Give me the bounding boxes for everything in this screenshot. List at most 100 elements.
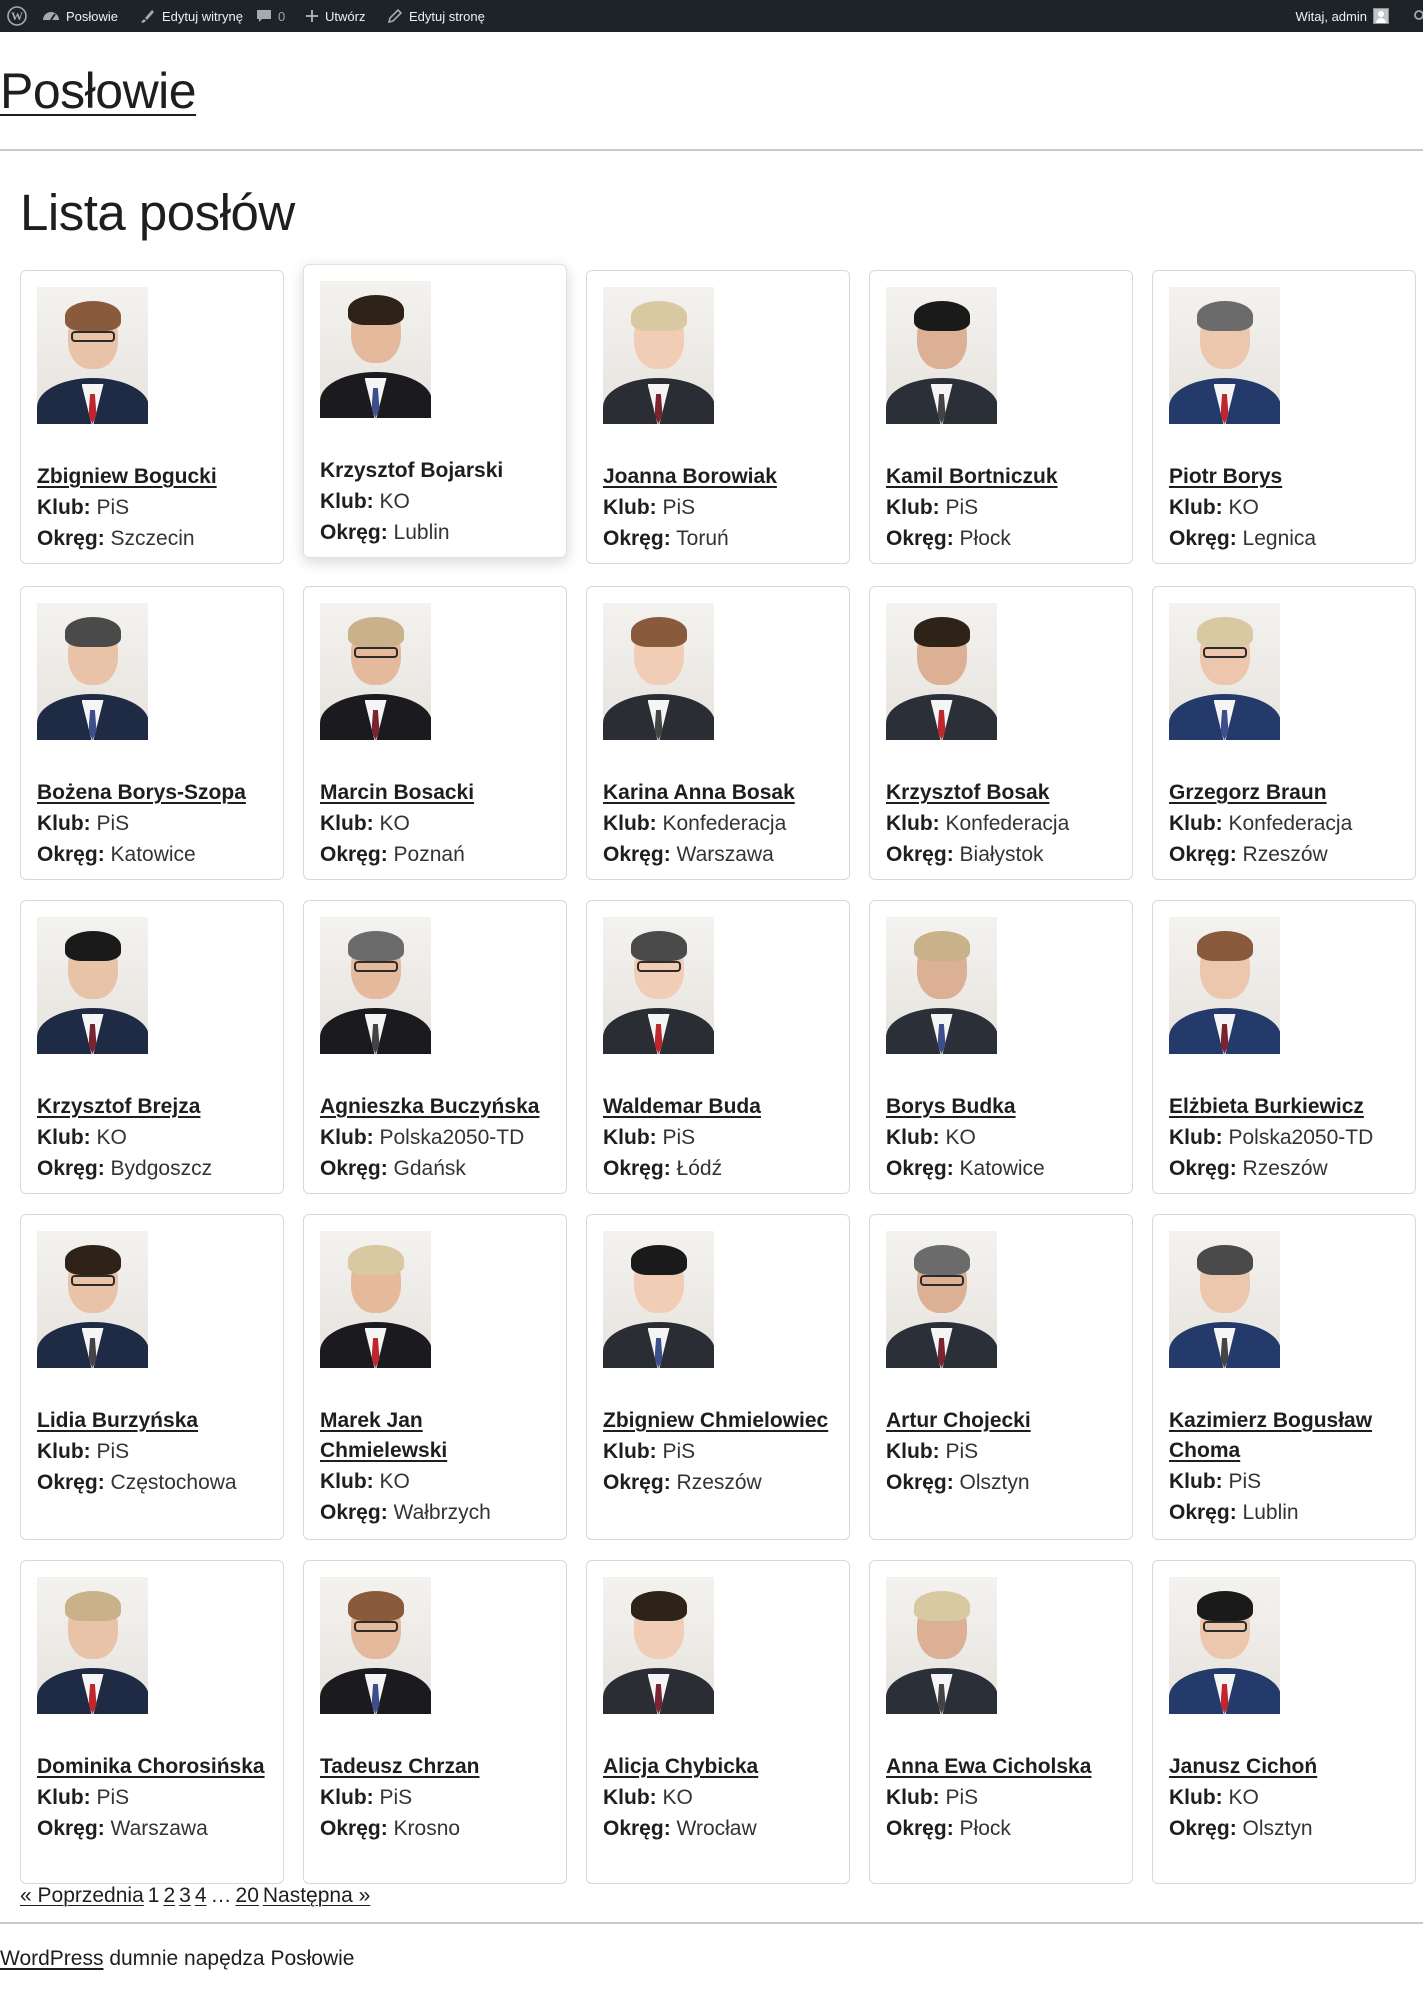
district-label: Okręg: (603, 1471, 671, 1494)
mp-name-link[interactable]: Marcin Bosacki (320, 781, 474, 804)
pagination-page-2[interactable]: 2 (163, 1884, 175, 1908)
club-label: Klub: (37, 496, 91, 519)
site-title[interactable]: Posłowie (0, 62, 197, 120)
new-content-link[interactable]: Utwórz (305, 0, 365, 32)
mp-photo[interactable] (37, 1231, 148, 1368)
district-value: Katowice (110, 843, 196, 866)
club-value: KO (1228, 1786, 1259, 1809)
club-value: PiS (945, 1786, 979, 1809)
admin-search[interactable] (1409, 0, 1423, 32)
mp-name-link[interactable]: Marek Jan Chmielewski (320, 1409, 447, 1462)
mp-name-link[interactable]: Borys Budka (886, 1095, 1016, 1118)
my-account-menu[interactable]: Witaj, admin (1295, 0, 1389, 32)
mp-name-link[interactable]: Karina Anna Bosak (603, 781, 795, 804)
mp-name-link[interactable]: Janusz Cichoń (1169, 1755, 1317, 1778)
pagination-previous[interactable]: « Poprzednia (20, 1884, 144, 1908)
district-value: Rzeszów (676, 1471, 762, 1494)
mp-photo[interactable] (603, 917, 714, 1054)
mp-card: Bożena Borys-Szopa Klub: PiS Okręg: Katowi… (20, 586, 284, 880)
mp-district: Okręg: Płock (886, 1813, 1116, 1844)
mp-photo[interactable] (1169, 603, 1280, 740)
mp-name-link[interactable]: Lidia Burzyńska (37, 1409, 198, 1432)
mp-district: Okręg: Legnica (1169, 523, 1399, 554)
mp-club: Klub: Konfederacja (603, 808, 833, 839)
district-value: Rzeszów (1242, 1157, 1328, 1180)
mp-name-link[interactable]: Anna Ewa Cicholska (886, 1755, 1091, 1778)
customize-link[interactable]: Edytuj witrynę (138, 0, 243, 32)
mp-photo[interactable] (320, 1231, 431, 1368)
mp-card: Krzysztof Brejza Klub: KO Okręg: Bydgoszcz (20, 900, 284, 1194)
mp-photo[interactable] (1169, 1577, 1280, 1714)
mp-card: Krzysztof Bosak Klub: Konfederacja Okręg: … (869, 586, 1133, 880)
district-label: Okręg: (1169, 1501, 1237, 1524)
mp-photo[interactable] (603, 287, 714, 424)
mp-photo[interactable] (1169, 1231, 1280, 1368)
mp-card: Joanna Borowiak Klub: PiS Okręg: Toruń (586, 270, 850, 564)
mp-card: Grzegorz Braun Klub: Konfederacja Okręg: R… (1152, 586, 1416, 880)
mp-name-link[interactable]: Zbigniew Bogucki (37, 465, 217, 488)
mp-name-link[interactable]: Grzegorz Braun (1169, 781, 1327, 804)
greeting-label: Witaj, admin (1295, 8, 1367, 24)
club-value: KO (379, 490, 410, 513)
mp-photo[interactable] (37, 1577, 148, 1714)
mp-photo[interactable] (320, 1577, 431, 1714)
mp-card: Artur Chojecki Klub: PiS Okręg: Olsztyn (869, 1214, 1133, 1540)
mp-photo[interactable] (1169, 287, 1280, 424)
wordpress-logo-menu[interactable]: W (7, 0, 27, 32)
mp-name-link[interactable]: Piotr Borys (1169, 465, 1282, 488)
customize-label: Edytuj witrynę (162, 8, 243, 24)
comments-link[interactable]: 0 (256, 0, 285, 32)
site-footer: WordPress dumnie napędza Posłowie (0, 1947, 355, 1971)
mp-photo[interactable] (37, 603, 148, 740)
district-value: Łódź (676, 1157, 723, 1180)
district-value: Wałbrzych (393, 1501, 491, 1524)
club-label: Klub: (603, 812, 657, 835)
mp-photo[interactable] (1169, 917, 1280, 1054)
mp-photo[interactable] (886, 287, 997, 424)
admin-site-link[interactable]: Posłowie (42, 0, 118, 32)
mp-district: Okręg: Lublin (1169, 1497, 1399, 1528)
mp-name-link[interactable]: Kamil Bortniczuk (886, 465, 1058, 488)
mp-name-link[interactable]: Agnieszka Buczyńska (320, 1095, 539, 1118)
mp-name-link[interactable]: Artur Chojecki (886, 1409, 1031, 1432)
new-label: Utwórz (325, 8, 366, 24)
mp-name-link[interactable]: Krzysztof Brejza (37, 1095, 200, 1118)
mp-name-link[interactable]: Zbigniew Chmielowiec (603, 1409, 828, 1432)
pagination-next[interactable]: Następna » (263, 1884, 370, 1908)
mp-photo[interactable] (603, 1577, 714, 1714)
mp-name-link[interactable]: Joanna Borowiak (603, 465, 777, 488)
comment-icon (257, 10, 271, 22)
dashboard-icon (43, 12, 59, 21)
mp-name-link[interactable]: Bożena Borys-Szopa (37, 781, 246, 804)
mp-name-link[interactable]: Elżbieta Burkiewicz (1169, 1095, 1364, 1118)
mp-photo[interactable] (37, 917, 148, 1054)
mp-photo[interactable] (320, 917, 431, 1054)
mp-photo[interactable] (37, 287, 148, 424)
district-label: Okręg: (1169, 1157, 1237, 1180)
mp-name-link[interactable]: Krzysztof Bosak (886, 781, 1049, 804)
edit-page-link[interactable]: Edytuj stronę (387, 0, 485, 32)
mp-photo[interactable] (886, 603, 997, 740)
mp-photo[interactable] (886, 1231, 997, 1368)
mp-photo[interactable] (603, 603, 714, 740)
mp-name-link[interactable]: Krzysztof Bojarski (320, 459, 503, 482)
mp-district: Okręg: Krosno (320, 1813, 550, 1844)
pagination-page-last[interactable]: 20 (236, 1884, 259, 1908)
mp-name-link[interactable]: Waldemar Buda (603, 1095, 761, 1118)
mp-photo[interactable] (320, 603, 431, 740)
mp-name-link[interactable]: Alicja Chybicka (603, 1755, 758, 1778)
wordpress-link[interactable]: WordPress (0, 1947, 103, 1970)
mp-name-link[interactable]: Dominika Chorosińska (37, 1755, 265, 1778)
mp-photo[interactable] (320, 281, 431, 418)
mp-district: Okręg: Wałbrzych (320, 1497, 550, 1528)
mp-photo[interactable] (603, 1231, 714, 1368)
mp-name-link[interactable]: Kazimierz Bogusław Choma (1169, 1409, 1372, 1462)
mp-photo[interactable] (886, 917, 997, 1054)
district-value: Płock (959, 527, 1011, 550)
search-icon (1414, 10, 1423, 20)
mp-name-link[interactable]: Tadeusz Chrzan (320, 1755, 479, 1778)
club-label: Klub: (886, 496, 940, 519)
pagination-page-4[interactable]: 4 (195, 1884, 207, 1908)
mp-photo[interactable] (886, 1577, 997, 1714)
pagination-page-3[interactable]: 3 (179, 1884, 191, 1908)
